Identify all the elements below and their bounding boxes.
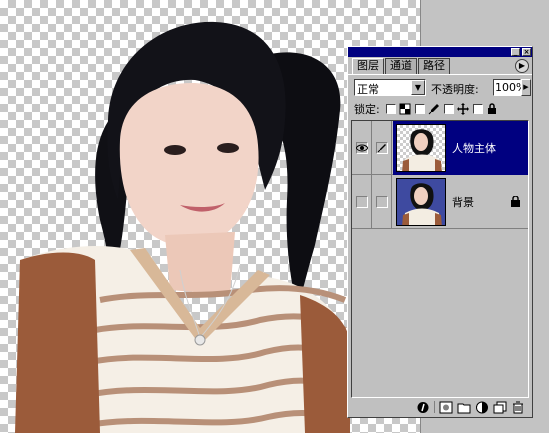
minimize-button[interactable]: _	[511, 48, 520, 56]
tab-channels[interactable]: 通道	[385, 58, 417, 74]
layers-palette: _ × 图层 通道 路径 ▶ 正常 ▼ 不透明度: 100% ▶ 锁定: 人物主…	[347, 46, 533, 418]
layer-mask-icon[interactable]	[439, 401, 453, 414]
new-set-folder-icon[interactable]	[457, 401, 471, 414]
paintbrush-icon	[377, 144, 386, 153]
move-icon	[456, 103, 469, 115]
layer-link-toggle[interactable]	[372, 175, 392, 229]
opacity-input[interactable]: 100%	[493, 79, 526, 96]
layer-link-toggle[interactable]	[372, 121, 392, 175]
tab-layers[interactable]: 图层	[352, 58, 384, 74]
layers-list: 人物主体 背景	[351, 120, 529, 398]
palette-menu-button[interactable]: ▶	[515, 59, 529, 73]
transparency-lock-icon	[399, 103, 411, 115]
chevron-down-icon[interactable]: ▼	[411, 80, 425, 95]
layer-name: 人物主体	[452, 142, 496, 155]
layer-thumbnail	[396, 124, 446, 172]
lock-position-checkbox[interactable]	[443, 104, 454, 114]
brush-icon	[428, 104, 439, 115]
layers-bottom-toolbar	[351, 399, 529, 415]
blend-mode-select[interactable]: 正常 ▼	[354, 79, 426, 96]
blend-mode-value: 正常	[357, 83, 379, 96]
lock-all-checkbox[interactable]	[472, 104, 483, 114]
tab-paths[interactable]: 路径	[418, 58, 450, 74]
layer-thumbnail	[396, 178, 446, 226]
blend-row: 正常 ▼ 不透明度: 100% ▶	[354, 79, 531, 97]
layer-visibility-toggle[interactable]	[352, 121, 372, 175]
opacity-slider-button[interactable]: ▶	[521, 79, 531, 96]
tab-divider	[348, 74, 532, 75]
layer-row-background[interactable]: 背景	[352, 175, 528, 229]
lock-icon	[511, 196, 520, 207]
lock-image-checkbox[interactable]	[414, 104, 425, 114]
lock-row: 锁定:	[354, 101, 530, 117]
layer-style-icon[interactable]	[416, 401, 430, 414]
trash-icon[interactable]	[511, 401, 525, 414]
new-layer-icon[interactable]	[493, 401, 507, 414]
lock-label: 锁定:	[354, 103, 380, 116]
lock-icon	[487, 103, 496, 114]
layer-row-subject[interactable]: 人物主体	[352, 121, 528, 175]
layer-visibility-toggle[interactable]	[352, 175, 372, 229]
layer-name: 背景	[452, 196, 474, 209]
eye-icon	[356, 144, 368, 152]
lock-transparency-checkbox[interactable]	[385, 104, 396, 114]
opacity-label: 不透明度:	[431, 83, 479, 96]
close-button[interactable]: ×	[522, 48, 531, 56]
adjustment-layer-icon[interactable]	[475, 401, 489, 414]
palette-tabs: 图层 通道 路径	[352, 58, 451, 74]
palette-titlebar[interactable]: _ ×	[348, 47, 532, 57]
